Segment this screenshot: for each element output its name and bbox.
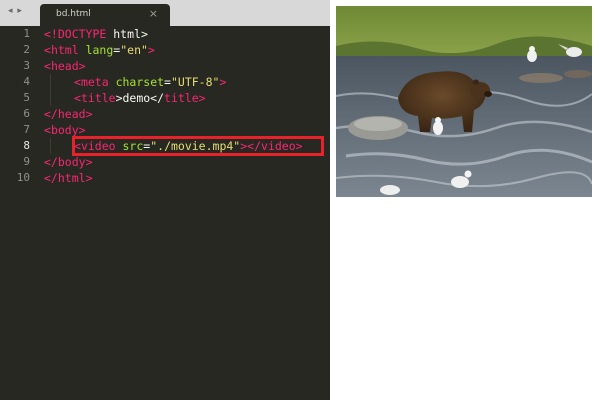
code-editor[interactable]: ◂ ▸ bd.html × 1 2 3 4 5 6 7 8 9 10 <!DOC… bbox=[0, 0, 330, 400]
token: "en" bbox=[120, 43, 148, 57]
code-line-2[interactable]: <html lang="en"> bbox=[44, 42, 328, 58]
line-number: 2 bbox=[23, 43, 30, 56]
token: > bbox=[85, 107, 93, 121]
token: body bbox=[50, 123, 79, 137]
token: html bbox=[50, 43, 79, 57]
token: html bbox=[57, 171, 86, 185]
tab-nav-arrows-icon[interactable]: ◂ ▸ bbox=[8, 6, 23, 16]
line-number: 4 bbox=[23, 75, 30, 88]
code-line-9[interactable]: </body> bbox=[44, 154, 328, 170]
token: "UTF-8" bbox=[170, 75, 220, 89]
line-number: 9 bbox=[23, 155, 30, 168]
token: < bbox=[74, 91, 81, 105]
token: > bbox=[85, 155, 93, 169]
token: > bbox=[78, 123, 86, 137]
token: lang bbox=[85, 43, 114, 57]
token: html> bbox=[106, 27, 148, 41]
token: head bbox=[57, 107, 86, 121]
line-number: 3 bbox=[23, 59, 30, 72]
line-number: 10 bbox=[16, 171, 30, 184]
tab-label: bd.html bbox=[56, 9, 91, 19]
tab-bar: ◂ ▸ bd.html × bbox=[0, 0, 330, 26]
code-line-1[interactable]: <!DOCTYPE html> bbox=[44, 26, 328, 42]
token: charset bbox=[115, 75, 165, 89]
code-area[interactable]: <!DOCTYPE html> <html lang="en"> <head> … bbox=[44, 26, 328, 186]
code-line-10[interactable]: </html> bbox=[44, 170, 328, 186]
token: <! bbox=[44, 27, 58, 41]
token: > bbox=[219, 75, 227, 89]
token: title bbox=[80, 91, 116, 105]
token: </ bbox=[44, 171, 58, 185]
video-preview[interactable] bbox=[336, 6, 592, 197]
token: DOCTYPE bbox=[57, 27, 107, 41]
token: </ bbox=[44, 107, 58, 121]
token: body bbox=[57, 155, 86, 169]
line-number: 6 bbox=[23, 107, 30, 120]
line-number: 5 bbox=[23, 91, 30, 104]
token: < bbox=[44, 123, 51, 137]
token: >demo</ bbox=[115, 91, 165, 105]
token: meta bbox=[80, 75, 109, 89]
line-number: 7 bbox=[23, 123, 30, 136]
line-number: 1 bbox=[23, 27, 30, 40]
token: > bbox=[85, 171, 93, 185]
token: > bbox=[147, 43, 155, 57]
token: </ bbox=[44, 155, 58, 169]
code-line-3[interactable]: <head> bbox=[44, 58, 328, 74]
line-number-active: 8 bbox=[23, 139, 30, 152]
token: < bbox=[44, 43, 51, 57]
close-icon[interactable]: × bbox=[149, 7, 158, 20]
token: < bbox=[74, 75, 81, 89]
token: head bbox=[50, 59, 79, 73]
token: < bbox=[44, 59, 51, 73]
token: title bbox=[164, 91, 199, 105]
token: > bbox=[78, 59, 86, 73]
code-line-4[interactable]: <meta charset="UTF-8"> bbox=[44, 74, 328, 90]
tab-bd-html[interactable]: bd.html × bbox=[40, 4, 170, 26]
code-line-5[interactable]: <title>demo</title> bbox=[44, 90, 328, 106]
code-line-6[interactable]: </head> bbox=[44, 106, 328, 122]
token: = bbox=[164, 75, 171, 89]
token: > bbox=[198, 91, 206, 105]
line-number-gutter: 1 2 3 4 5 6 7 8 9 10 bbox=[0, 26, 36, 186]
video-frame-image bbox=[336, 6, 592, 197]
highlight-box bbox=[72, 136, 324, 156]
